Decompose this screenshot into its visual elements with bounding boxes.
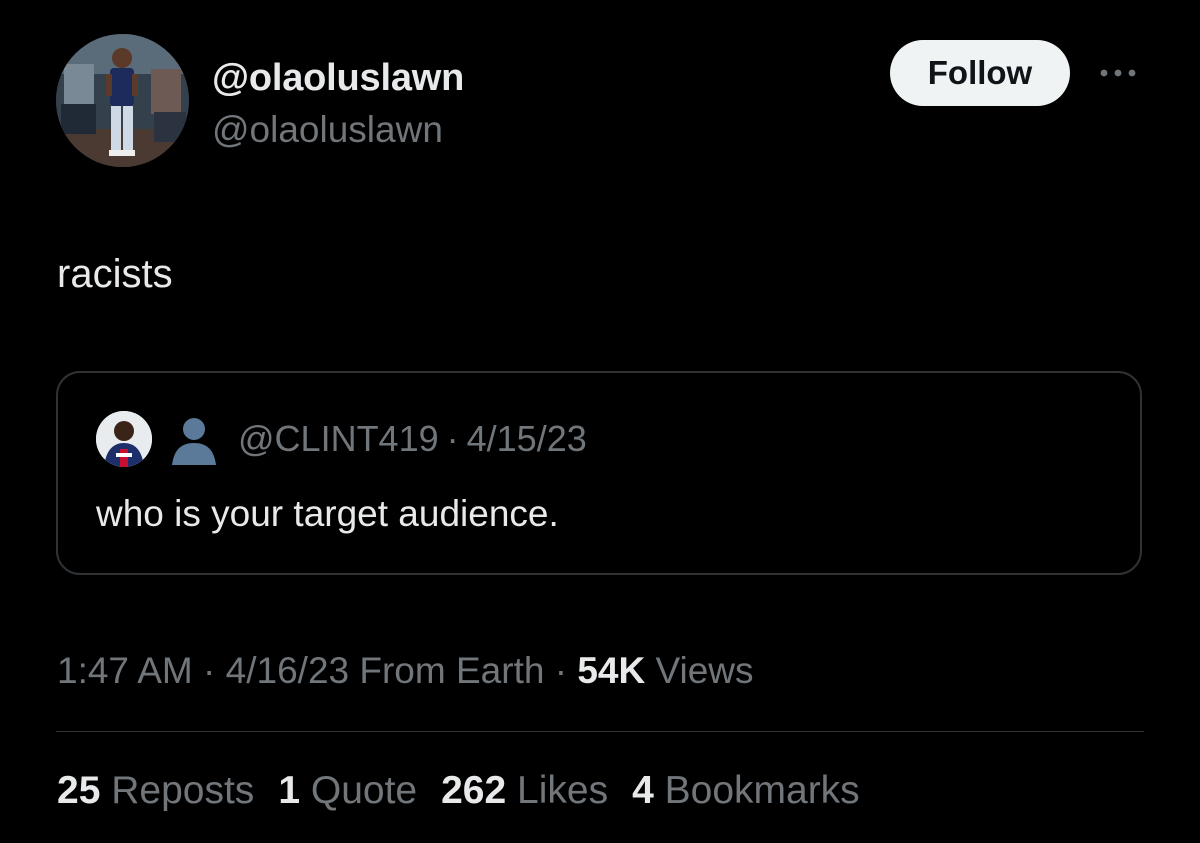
quoted-tweet-header: @CLINT419 · 4/15/23 <box>96 409 587 469</box>
author-names: @olaoluslawn @olaoluslawn <box>212 56 464 152</box>
tweet-date-source: 4/16/23 From Earth <box>225 650 545 691</box>
quoted-author-avatar[interactable] <box>96 411 152 467</box>
author-display-name[interactable]: @olaoluslawn <box>212 56 464 100</box>
follow-button[interactable]: Follow <box>890 40 1070 106</box>
bust-in-silhouette-icon <box>172 418 216 465</box>
divider <box>56 731 1144 732</box>
likes-label: Likes <box>517 769 609 812</box>
tweet-page: @olaoluslawn @olaoluslawn Follow racists <box>0 0 1200 843</box>
reposts-label: Reposts <box>111 769 255 812</box>
quotes-stat[interactable]: 1 Quote <box>278 766 417 816</box>
quotes-count: 1 <box>278 769 301 812</box>
tweet-header: @olaoluslawn @olaoluslawn Follow <box>56 34 1146 174</box>
quoted-avatar-photo <box>96 411 152 467</box>
quoted-separator: · <box>446 418 459 459</box>
bookmarks-count: 4 <box>632 769 654 812</box>
meta-separator: · <box>554 650 568 691</box>
quoted-date[interactable]: 4/15/23 <box>467 418 587 460</box>
meta-separator: · <box>203 650 216 691</box>
reposts-count: 25 <box>57 769 101 812</box>
author-avatar-photo <box>56 34 189 167</box>
bookmarks-stat[interactable]: 4 Bookmarks <box>632 766 860 816</box>
quoted-author-handle[interactable]: @CLINT419 <box>238 418 439 460</box>
reposts-stat[interactable]: 25 Reposts <box>57 766 254 816</box>
tweet-text: racists <box>57 252 173 296</box>
tweet-time[interactable]: 1:47 AM <box>57 650 193 691</box>
tweet-meta: 1:47 AM · 4/16/23 From Earth · 54K Views <box>57 648 754 694</box>
bookmarks-label: Bookmarks <box>664 769 860 812</box>
more-horizontal-icon[interactable] <box>1096 62 1140 84</box>
author-handle[interactable]: @olaoluslawn <box>212 108 464 152</box>
quotes-label: Quote <box>310 769 418 812</box>
views-count: 54K <box>577 650 646 691</box>
likes-stat[interactable]: 262 Likes <box>441 766 608 816</box>
views-label: Views <box>655 650 754 691</box>
quoted-tweet-text: who is your target audience. <box>96 493 559 534</box>
engagement-stats: 25 Reposts 1 Quote 262 Likes 4 Bookmarks <box>57 766 884 816</box>
author-avatar[interactable] <box>56 34 189 167</box>
quoted-tweet-card[interactable]: @CLINT419 · 4/15/23 who is your target a… <box>56 371 1142 575</box>
likes-count: 262 <box>441 769 507 812</box>
